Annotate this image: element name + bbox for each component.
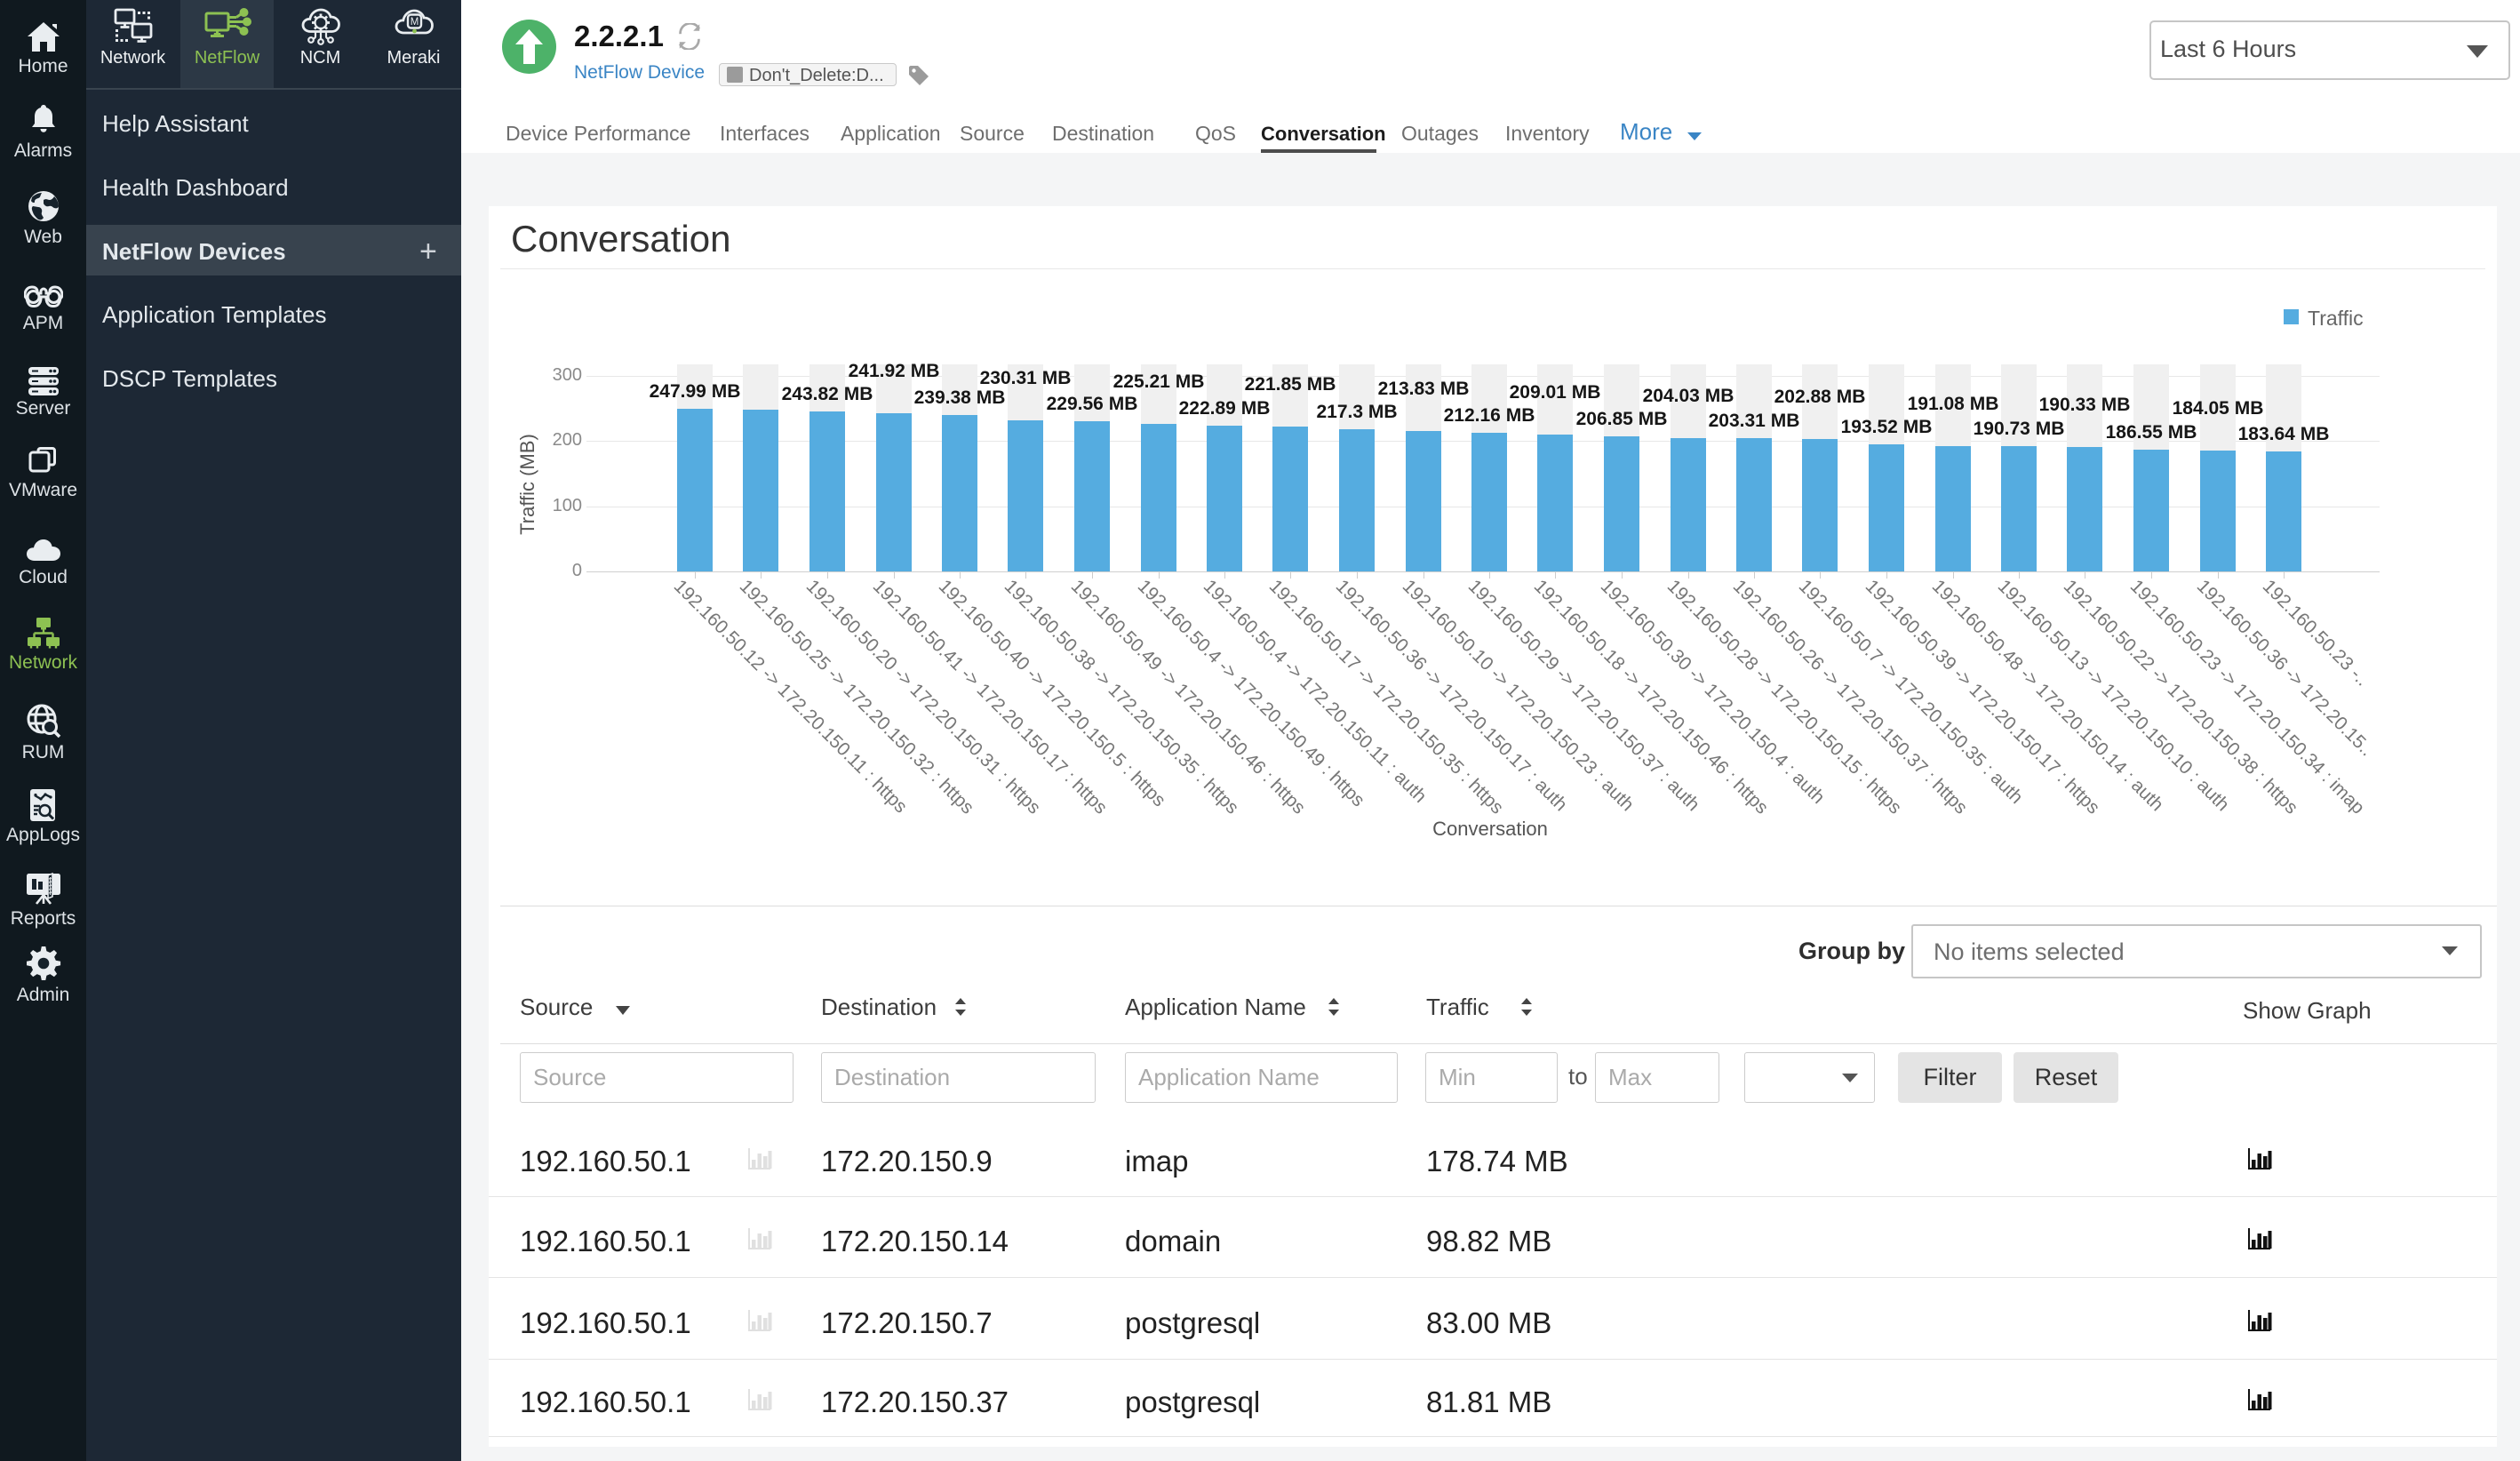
svg-text:M: M <box>410 17 419 28</box>
